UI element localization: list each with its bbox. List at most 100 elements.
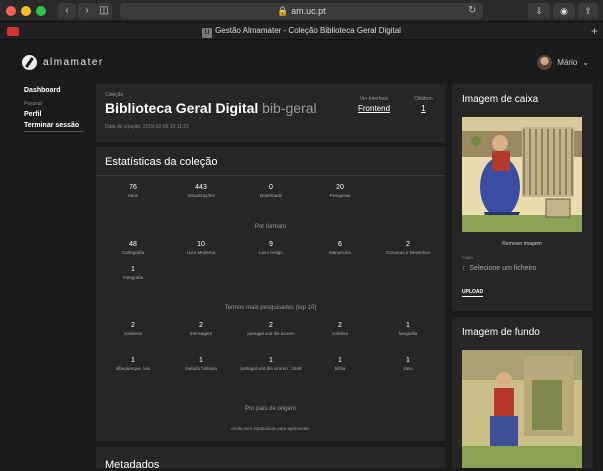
stat-label: Itens	[128, 193, 138, 198]
term-count: 1	[131, 357, 135, 364]
stat-item: 443 Visualizações	[166, 184, 236, 199]
term-label: coimbras	[123, 331, 143, 336]
term-count: 1	[269, 357, 273, 364]
top-terms-heading: Termos mais pesquisados (top 10)	[224, 305, 317, 311]
collection-eyebrow: Coleção	[105, 92, 124, 98]
stat-value: 0	[269, 184, 273, 191]
creation-date: Data de criação: 2019-02-06 10:11:21	[105, 124, 189, 130]
box-image-preview	[462, 117, 582, 232]
frontend-link[interactable]: Frontend	[358, 104, 390, 113]
format-label: Manuscrito	[328, 250, 351, 255]
stat-value: 20	[336, 184, 344, 191]
stat-value: 76	[129, 184, 137, 191]
term-label: mensagem	[189, 331, 213, 336]
reload-icon[interactable]: ↻	[468, 3, 476, 19]
page-title: Biblioteca Geral Digital bib-geral	[105, 100, 317, 116]
term-label: metodo holliana	[185, 366, 217, 371]
term-label: coimbra	[331, 331, 348, 336]
format-value: 6	[338, 241, 342, 248]
interface-meta: Ver Interface Frontend	[358, 96, 390, 113]
collection-header-card: Coleção Biblioteca Geral Digital bib-ger…	[96, 84, 445, 142]
stat-label: Visualizações	[187, 193, 215, 198]
format-item: 9 Livro Antigo	[236, 241, 306, 256]
term-item: 2 coimbras	[98, 322, 168, 337]
divider	[96, 175, 445, 176]
format-item: 2 Gravuras e Desenhos	[373, 241, 443, 256]
term-label: portugal und die azoren : 1849	[240, 366, 302, 371]
statistics-card: Estatísticas da coleção 76 Itens 443 Visua…	[96, 147, 445, 441]
logo[interactable]: almamater	[22, 55, 104, 70]
remove-image-button[interactable]: Remover imagem	[462, 241, 582, 247]
extension-icon[interactable]: ◉	[553, 3, 575, 19]
box-image-card: Imagem de caixa Remover imagem Capa ↑ Se…	[452, 84, 593, 311]
user-menu[interactable]: Mário ⌄	[537, 55, 589, 70]
term-count: 2	[199, 322, 203, 329]
stat-item: 20 Pesquisas	[305, 184, 375, 199]
metadata-card: Metadados	[96, 447, 445, 471]
close-window-button[interactable]	[6, 6, 16, 16]
format-label: Fotografia	[122, 275, 144, 280]
file-select-input[interactable]: ↑ Selecione um ficheiro	[462, 265, 536, 272]
format-label: Livro Moderno	[186, 250, 216, 255]
stat-item: 0 Downloads	[236, 184, 306, 199]
collection-slug: bib-geral	[262, 100, 317, 116]
lock-icon: 🔒	[277, 6, 289, 16]
upload-button[interactable]: UPLOAD	[462, 289, 484, 297]
upload-arrow-icon: ↑	[462, 265, 466, 272]
tab-active[interactable]: U Gestão Almamater - Coleção Biblioteca G…	[0, 26, 603, 38]
format-item: 1 Fotografia	[98, 266, 168, 281]
sidebar-item-dashboard[interactable]: Dashboard	[24, 87, 84, 94]
term-label: albuquerque, luis	[115, 366, 151, 371]
logo-icon	[22, 55, 37, 70]
interface-label: Ver Interface	[359, 96, 389, 102]
by-country-heading: Por país de origem	[245, 406, 296, 412]
format-label: Gravuras e Desenhos	[386, 250, 430, 255]
statistics-title: Estatísticas da coleção	[105, 156, 218, 168]
new-tab-icon[interactable]: +	[591, 24, 598, 38]
term-item: 1 albuquerque, luis	[98, 357, 168, 372]
minimize-window-button[interactable]	[21, 6, 31, 16]
term-label: bíblia	[334, 366, 346, 371]
term-label: fotografia	[398, 331, 418, 336]
format-value: 10	[197, 241, 205, 248]
browser-titlebar: ‹ › ◫ 🔒 am.uc.pt ↻ ⇩ ◉ ⇧	[0, 0, 603, 22]
format-item: 6 Manuscrito	[305, 241, 375, 256]
tab-bar: U Gestão Almamater - Coleção Biblioteca G…	[0, 23, 603, 40]
forward-icon[interactable]: ›	[78, 3, 96, 19]
term-item: 1 saco	[373, 357, 443, 372]
term-label: portugal und die azoren	[247, 331, 295, 336]
back-icon[interactable]: ‹	[58, 3, 76, 19]
empty-state-text: Ainda sem estatísticas para apresentar.	[230, 426, 311, 431]
children-link[interactable]: 1	[414, 104, 433, 113]
term-item: 2 portugal und die azoren	[236, 322, 306, 337]
format-value: 9	[269, 241, 273, 248]
share-icon[interactable]: ⇧	[578, 3, 598, 19]
maximize-window-button[interactable]	[36, 6, 46, 16]
format-item: 10 Livro Moderno	[166, 241, 236, 256]
capa-label: Capa	[462, 255, 473, 260]
format-item: 48 Cartografia	[98, 241, 168, 256]
sidebar-item-profile[interactable]: Perfil	[24, 111, 84, 118]
format-value: 48	[129, 241, 137, 248]
sidebar-section-label: Pessoal	[24, 101, 42, 107]
term-count: 1	[199, 357, 203, 364]
app-header: almamater Mário ⌄	[0, 41, 603, 81]
background-image-title: Imagem de fundo	[462, 327, 540, 338]
chevron-down-icon: ⌄	[582, 58, 589, 67]
metadata-title: Metadados	[105, 459, 160, 471]
download-icon[interactable]: ⇩	[528, 3, 550, 19]
format-value: 1	[131, 266, 135, 273]
sidebar-item-logout[interactable]: Terminar sessão	[24, 122, 84, 132]
stat-label: Downloads	[259, 193, 283, 198]
address-bar[interactable]: 🔒 am.uc.pt	[120, 3, 483, 19]
address-text: am.uc.pt	[291, 6, 326, 16]
term-label: saco	[403, 366, 413, 371]
background-image-preview	[462, 350, 582, 468]
term-item: 1 fotografia	[373, 322, 443, 337]
sidebar-toggle-icon[interactable]: ◫	[96, 3, 112, 19]
box-image-title: Imagem de caixa	[462, 94, 539, 105]
term-item: 1 portugal und die azoren : 1849	[236, 357, 306, 372]
term-item: 1 bíblia	[305, 357, 375, 372]
format-label: Cartografia	[121, 250, 145, 255]
stat-item: 76 Itens	[98, 184, 168, 199]
